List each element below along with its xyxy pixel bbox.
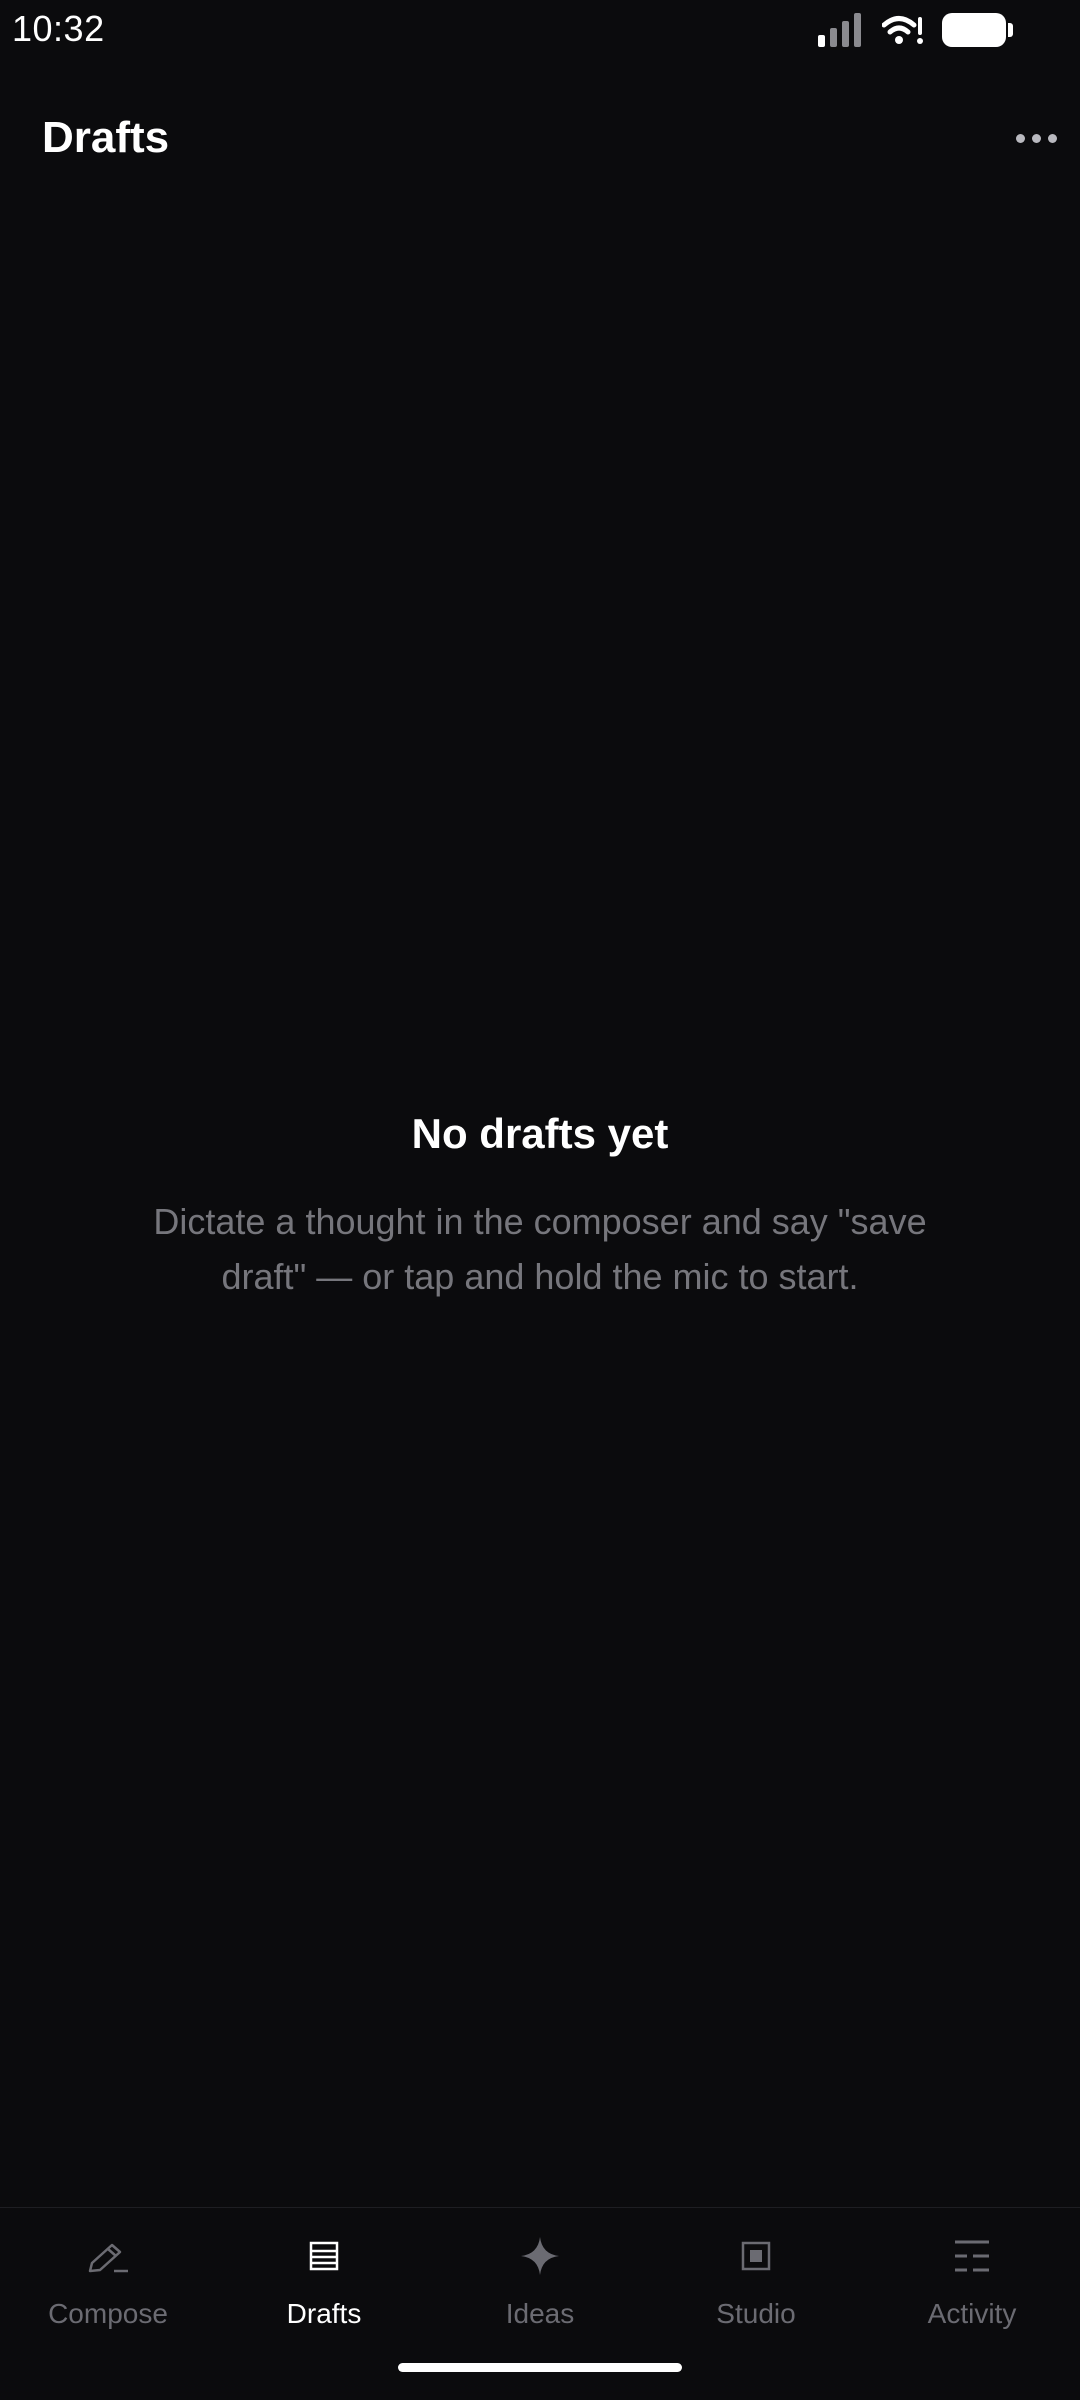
- more-horizontal-icon: [1015, 133, 1025, 143]
- more-options-button[interactable]: [1006, 115, 1066, 161]
- home-indicator[interactable]: [398, 2363, 682, 2372]
- empty-state-body: Dictate a thought in the composer and sa…: [153, 1201, 927, 1297]
- nav-label-drafts: Drafts: [286, 2298, 362, 2329]
- nav-label-activity: Activity: [927, 2298, 1017, 2329]
- screen: 10:32 Drafts No drafts yet Dictate a tho…: [0, 0, 1080, 2400]
- page-title: Drafts: [42, 113, 170, 162]
- app-header: Drafts: [0, 95, 1080, 185]
- sparkle-icon: [518, 2234, 562, 2278]
- nav-item-studio[interactable]: Studio: [648, 2208, 864, 2338]
- more-dot: [1047, 133, 1057, 143]
- nav-item-compose[interactable]: Compose: [0, 2208, 216, 2338]
- pencil-icon: [86, 2234, 130, 2278]
- empty-state: No drafts yet Dictate a thought in the c…: [0, 1110, 1080, 1304]
- nav-label-compose: Compose: [48, 2298, 168, 2329]
- nav-label-studio: Studio: [716, 2298, 796, 2329]
- more-dot: [1031, 133, 1041, 143]
- nav-item-drafts[interactable]: Drafts: [216, 2208, 432, 2338]
- battery-icon: [942, 13, 1013, 47]
- status-time: 10:32: [12, 8, 105, 49]
- empty-state-title: No drafts yet: [411, 1110, 669, 1157]
- nav-label-ideas: Ideas: [505, 2298, 575, 2329]
- status-bar: 10:32: [0, 0, 1080, 62]
- drafts-list-icon: [302, 2234, 346, 2278]
- status-icons: [818, 12, 1013, 48]
- wifi-icon: [882, 16, 923, 44]
- activity-lines-icon: [950, 2234, 994, 2278]
- nav-item-ideas[interactable]: Ideas: [432, 2208, 648, 2338]
- nav-item-activity[interactable]: Activity: [864, 2208, 1080, 2338]
- signal-icon: [818, 13, 861, 47]
- studio-square-icon: [734, 2234, 778, 2278]
